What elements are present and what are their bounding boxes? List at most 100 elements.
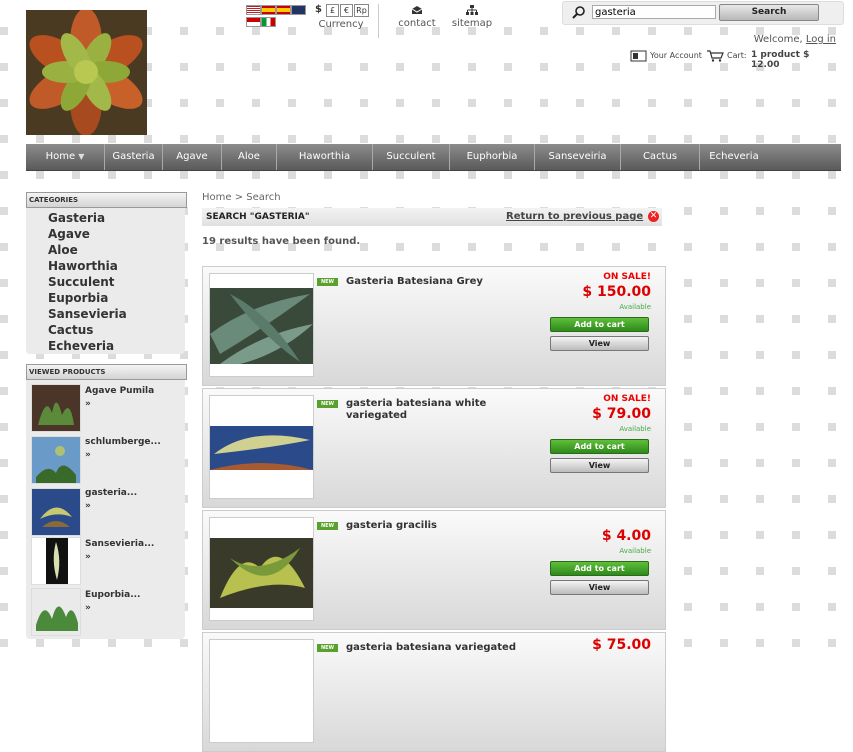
sitemap-link[interactable]: sitemap [447,5,497,29]
menu-item-agave[interactable]: Agave [163,144,222,170]
product-card: NEW gasteria gracilis $ 4.00 Available A… [202,510,666,630]
cart-summary[interactable]: 1 product $ 12.00 [751,50,836,70]
cart-label[interactable]: Cart: [727,51,747,60]
viewed-thumb-agave[interactable] [31,384,81,432]
product-name[interactable]: gasteria gracilis [346,520,516,532]
product-price: $ 79.00 [592,406,651,422]
availability: Available [619,303,651,311]
category-agave[interactable]: Agave [48,227,90,241]
flag-uk-icon[interactable] [291,5,306,15]
flag-id-icon[interactable] [246,17,261,27]
menu-item-sanseveiria[interactable]: Sanseveiria [535,144,621,170]
product-price: $ 150.00 [582,284,651,300]
category-gasteria[interactable]: Gasteria [48,211,105,225]
viewed-name[interactable]: Euporbia... [85,590,140,600]
flag-us-icon[interactable] [246,5,261,15]
viewed-products-title: VIEWED PRODUCTS [26,364,187,380]
new-badge: NEW [317,522,338,530]
categories-list: Gasteria Agave Aloe Haworthia Succulent … [26,208,185,354]
welcome-text: Welcome, [753,34,803,45]
product-image[interactable] [209,273,314,377]
contact-label: contact [398,18,436,29]
product-name[interactable]: gasteria batesiana white variegated [346,398,516,422]
viewed-name[interactable]: Agave Pumila [85,386,154,396]
on-sale-label: ON SALE! [603,272,651,282]
viewed-products-list: Agave Pumila » schlumberge... » gasteria… [26,380,185,639]
categories-title: CATEGORIES [26,192,187,208]
flag-es-icon[interactable] [261,5,276,15]
language-flags [246,5,306,27]
view-button[interactable]: View [550,580,649,595]
menu-item-succulent[interactable]: Succulent [373,144,450,170]
viewed-name[interactable]: Sansevieria... [85,539,154,549]
menu-item-label: Home [45,151,76,162]
product-name[interactable]: gasteria batesiana variegated [346,642,516,654]
menu-item-haworthia[interactable]: Haworthia [277,144,373,170]
availability: Available [619,425,651,433]
menu-item-echeveria[interactable]: Echeveria [700,144,768,170]
viewed-thumb-sansevieria[interactable] [31,537,81,585]
product-price: $ 4.00 [601,528,651,544]
category-aloe[interactable]: Aloe [48,243,78,257]
category-sansevieria[interactable]: Sansevieria [48,307,127,321]
add-to-cart-button[interactable]: Add to cart [550,561,649,576]
chevron-down-icon: ▼ [78,152,85,161]
viewed-thumb-euporbia[interactable] [31,588,81,636]
cart-icon [707,50,724,62]
viewed-name[interactable]: gasteria... [85,488,137,498]
category-euporbia[interactable]: Euporbia [48,291,108,305]
shop-logo[interactable] [26,10,147,135]
viewed-arrow[interactable]: » [85,603,91,613]
category-haworthia[interactable]: Haworthia [48,259,118,273]
product-name[interactable]: Gasteria Batesiana Grey [346,276,516,288]
view-button[interactable]: View [550,458,649,473]
account-cart-area: Your Account Cart: 1 product $ 12.00 [630,50,836,70]
menu-item-home[interactable]: Home ▼ [26,144,105,170]
flag-es2-icon[interactable] [276,5,291,15]
close-icon[interactable]: ✕ [648,211,659,222]
availability: Available [619,547,651,555]
login-link[interactable]: Log in [806,34,836,45]
menu-item-aloe[interactable]: Aloe [222,144,277,170]
currency-selector: $ £ € Rp [313,4,369,18]
add-to-cart-button[interactable]: Add to cart [550,439,649,454]
product-image[interactable] [209,639,314,743]
product-image[interactable] [209,517,314,621]
category-echeveria[interactable]: Echeveria [48,339,114,353]
menu-item-gasteria[interactable]: Gasteria [105,144,163,170]
welcome-area: Welcome, Log in [700,34,836,45]
currency-label: Currency [318,19,364,30]
contact-link[interactable]: contact [392,5,442,29]
viewed-arrow[interactable]: » [85,552,91,562]
account-icon [630,50,647,62]
viewed-name[interactable]: schlumberge... [85,437,161,447]
viewed-thumb-schlumbergera[interactable] [31,436,81,484]
currency-rupiah[interactable]: Rp [354,4,369,17]
viewed-arrow[interactable]: » [85,501,91,511]
return-link[interactable]: Return to previous page [506,211,643,222]
currency-dollar[interactable]: $ [313,4,324,15]
magnifier-icon [572,6,585,19]
menu-item-euphorbia[interactable]: Euphorbia [450,144,535,170]
viewed-arrow[interactable]: » [85,450,91,460]
add-to-cart-button[interactable]: Add to cart [550,317,649,332]
flag-it-icon[interactable] [261,17,276,27]
menu-item-cactus[interactable]: Cactus [621,144,700,170]
results-count: 19 results have been found. [202,236,361,247]
category-succulent[interactable]: Succulent [48,275,115,289]
currency-pound[interactable]: £ [326,4,339,17]
search-button[interactable]: Search [719,4,819,21]
breadcrumb: Home > Search [202,192,281,203]
new-badge: NEW [317,278,338,286]
search-input[interactable] [592,5,716,19]
view-button[interactable]: View [550,336,649,351]
category-cactus[interactable]: Cactus [48,323,93,337]
viewed-thumb-gasteria[interactable] [31,488,81,536]
your-account-link[interactable]: Your Account [650,51,702,60]
product-price: $ 75.00 [592,637,651,653]
viewed-arrow[interactable]: » [85,399,91,409]
on-sale-label: ON SALE! [603,394,651,404]
product-image[interactable] [209,395,314,499]
currency-euro[interactable]: € [340,4,353,17]
search-bar: Search [562,1,844,25]
